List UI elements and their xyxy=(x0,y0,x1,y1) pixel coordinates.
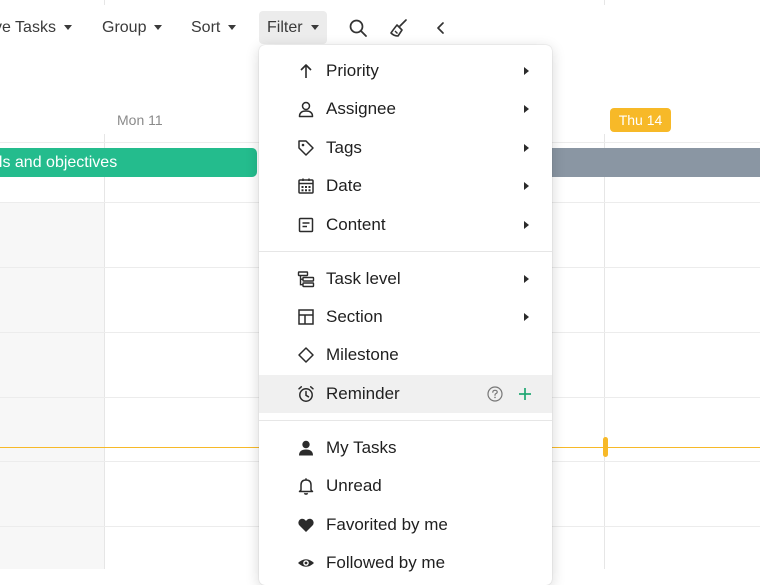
question-circle-icon[interactable] xyxy=(487,386,503,402)
menu-item-label: Reminder xyxy=(326,384,400,403)
clear-button[interactable] xyxy=(385,11,413,44)
menu-item-label: Assignee xyxy=(326,99,396,118)
menu-item-date[interactable]: Date xyxy=(259,167,552,205)
menu-divider xyxy=(259,420,552,421)
caret-right-icon xyxy=(524,67,529,75)
menu-item-label: Task level xyxy=(326,269,401,288)
menu-item-followed[interactable]: Followed by me xyxy=(259,544,552,582)
menu-item-label: My Tasks xyxy=(326,438,397,457)
menu-item-label: Section xyxy=(326,307,383,326)
calendar-icon xyxy=(296,176,316,196)
filter-menu: Priority Assignee Tags Date Content Task… xyxy=(259,45,552,585)
hierarchy-icon xyxy=(296,269,316,289)
filter-label: Filter xyxy=(267,18,303,36)
grid-tick xyxy=(104,0,105,5)
section-bar[interactable] xyxy=(552,148,760,177)
task-bar[interactable]: als and objectives xyxy=(0,148,257,177)
grid-tick xyxy=(604,0,605,5)
day-label-mon: Mon 11 xyxy=(117,112,163,128)
menu-item-reminder[interactable]: Reminder xyxy=(259,375,552,413)
menu-item-my-tasks[interactable]: My Tasks xyxy=(259,429,552,467)
broom-icon xyxy=(390,18,407,37)
left-column-shade xyxy=(0,202,104,569)
search-button[interactable] xyxy=(344,11,372,44)
menu-item-favorited[interactable]: Favorited by me xyxy=(259,506,552,544)
grid-column-line xyxy=(104,134,105,569)
tasks-view-label: ve Tasks xyxy=(0,18,56,36)
menu-divider xyxy=(259,251,552,252)
diamond-icon xyxy=(296,345,316,365)
menu-item-label: Content xyxy=(326,215,386,234)
bell-icon xyxy=(296,476,316,496)
person-icon xyxy=(296,99,316,119)
search-icon xyxy=(349,19,367,37)
filter-button[interactable]: Filter xyxy=(259,11,327,44)
menu-item-unread[interactable]: Unread xyxy=(259,467,552,505)
task-bar-label: als and objectives xyxy=(0,153,118,171)
sort-label: Sort xyxy=(191,18,221,36)
document-icon xyxy=(296,215,316,235)
layout-icon xyxy=(296,307,316,327)
tag-icon xyxy=(296,138,316,158)
menu-item-content[interactable]: Content xyxy=(259,206,552,244)
plus-icon[interactable] xyxy=(517,386,533,402)
caret-down-icon xyxy=(310,25,319,30)
menu-item-milestone[interactable]: Milestone xyxy=(259,336,552,374)
today-badge: Thu 14 xyxy=(610,108,671,132)
collapse-button[interactable] xyxy=(427,11,455,44)
sort-button[interactable]: Sort xyxy=(191,11,237,44)
tasks-view-button[interactable]: ve Tasks xyxy=(0,11,72,44)
arrow-up-icon xyxy=(296,61,316,81)
menu-item-label: Favorited by me xyxy=(326,515,448,534)
eye-icon xyxy=(296,553,316,573)
heart-icon xyxy=(296,515,316,535)
group-button[interactable]: Group xyxy=(102,11,163,44)
caret-right-icon xyxy=(524,275,529,283)
menu-item-task-level[interactable]: Task level xyxy=(259,260,552,298)
person-filled-icon xyxy=(296,438,316,458)
caret-right-icon xyxy=(524,144,529,152)
menu-item-tags[interactable]: Tags xyxy=(259,129,552,167)
caret-right-icon xyxy=(524,221,529,229)
alarm-clock-icon xyxy=(296,384,316,404)
menu-item-assignee[interactable]: Assignee xyxy=(259,90,552,128)
menu-item-section[interactable]: Section xyxy=(259,298,552,336)
menu-item-label: Unread xyxy=(326,476,382,495)
menu-item-label: Milestone xyxy=(326,345,399,364)
caret-right-icon xyxy=(524,313,529,321)
menu-item-label: Tags xyxy=(326,138,362,157)
chevron-left-icon xyxy=(437,21,444,34)
caret-down-icon xyxy=(154,25,163,30)
menu-item-label: Date xyxy=(326,176,362,195)
caret-down-icon xyxy=(63,25,72,30)
today-marker[interactable] xyxy=(603,437,608,457)
grid-column-line xyxy=(604,134,605,569)
caret-down-icon xyxy=(228,25,237,30)
caret-right-icon xyxy=(524,105,529,113)
caret-right-icon xyxy=(524,182,529,190)
group-label: Group xyxy=(102,18,147,36)
menu-item-priority[interactable]: Priority xyxy=(259,52,552,90)
menu-item-label: Priority xyxy=(326,61,379,80)
menu-item-label: Followed by me xyxy=(326,553,446,572)
